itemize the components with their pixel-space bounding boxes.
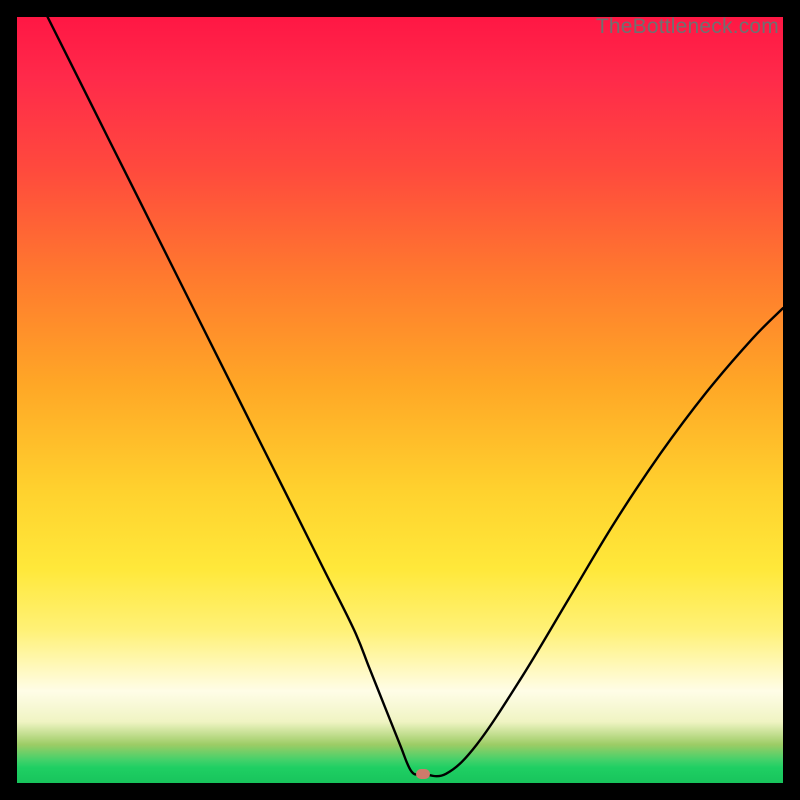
plot-area: TheBottleneck.com (17, 17, 783, 783)
bottleneck-curve (17, 17, 783, 783)
chart-frame: TheBottleneck.com (0, 0, 800, 800)
minimum-marker (416, 769, 430, 779)
